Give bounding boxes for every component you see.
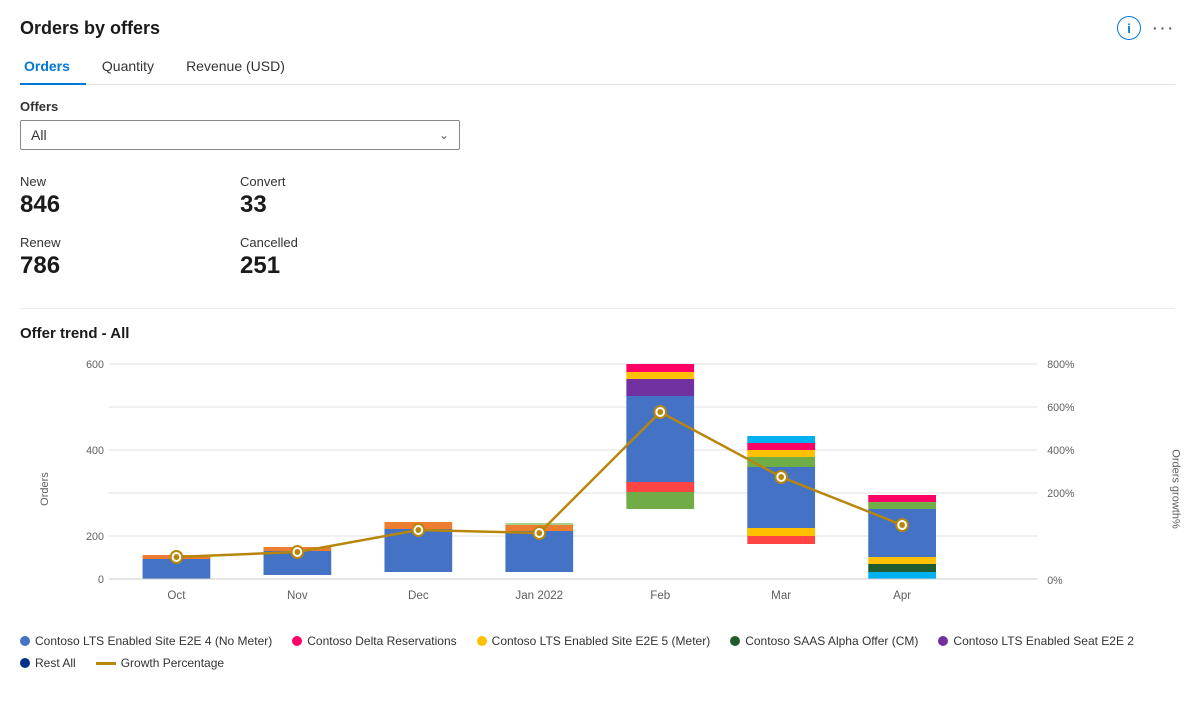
offers-label: Offers — [20, 99, 1175, 114]
metrics-grid: New 846 Convert 33 Renew 786 Cancelled 2… — [20, 166, 460, 288]
legend-item-6: Growth Percentage — [96, 656, 224, 670]
svg-text:Dec: Dec — [408, 588, 429, 602]
legend-label-1: Contoso Delta Reservations — [307, 634, 456, 648]
legend-line-6 — [96, 662, 116, 665]
more-options-icon[interactable]: ··· — [1151, 16, 1175, 40]
svg-text:Nov: Nov — [287, 588, 308, 602]
metric-renew-value: 786 — [20, 252, 240, 280]
tab-bar: Orders Quantity Revenue (USD) — [20, 50, 1175, 85]
svg-text:400%: 400% — [1047, 445, 1075, 457]
metric-cancelled: Cancelled 251 — [240, 227, 460, 288]
svg-text:600: 600 — [86, 359, 104, 371]
metric-convert-value: 33 — [240, 191, 460, 219]
chart-container: Orders Orders growth% 600 400 200 0 800%… — [20, 354, 1175, 624]
metric-new-value: 846 — [20, 191, 240, 219]
legend-label-4: Contoso LTS Enabled Seat E2E 2 — [953, 634, 1134, 648]
page-title: Orders by offers — [20, 18, 160, 39]
metric-new-label: New — [20, 174, 240, 189]
metric-cancelled-value: 251 — [240, 252, 460, 280]
metric-renew-label: Renew — [20, 235, 240, 250]
tab-orders[interactable]: Orders — [20, 50, 86, 84]
svg-text:Mar: Mar — [771, 588, 791, 602]
legend-label-3: Contoso SAAS Alpha Offer (CM) — [745, 634, 918, 648]
metric-convert-label: Convert — [240, 174, 460, 189]
offers-dropdown[interactable]: All ⌄ — [20, 120, 460, 150]
tab-quantity[interactable]: Quantity — [98, 50, 170, 84]
chart-svg: 600 400 200 0 800% 600% 400% 200% 0% — [70, 354, 1115, 624]
svg-text:800%: 800% — [1047, 359, 1075, 371]
tab-revenue[interactable]: Revenue (USD) — [182, 50, 301, 84]
legend-label-0: Contoso LTS Enabled Site E2E 4 (No Meter… — [35, 634, 272, 648]
legend-item-0: Contoso LTS Enabled Site E2E 4 (No Meter… — [20, 634, 272, 648]
legend-label-5: Rest All — [35, 656, 76, 670]
metric-cancelled-label: Cancelled — [240, 235, 460, 250]
info-icon[interactable]: i — [1117, 16, 1141, 40]
legend-label-2: Contoso LTS Enabled Site E2E 5 (Meter) — [492, 634, 711, 648]
svg-text:200: 200 — [86, 531, 104, 543]
y-axis-left-label: Orders — [39, 472, 51, 506]
dropdown-value: All — [31, 127, 47, 143]
legend-dot-5 — [20, 658, 30, 668]
svg-text:400: 400 — [86, 445, 104, 457]
legend-item-4: Contoso LTS Enabled Seat E2E 2 — [938, 634, 1134, 648]
header-actions: i ··· — [1117, 16, 1175, 40]
svg-text:600%: 600% — [1047, 402, 1075, 414]
metric-renew: Renew 786 — [20, 227, 240, 288]
chevron-down-icon: ⌄ — [439, 128, 449, 142]
legend-dot-3 — [730, 636, 740, 646]
svg-text:Oct: Oct — [167, 588, 186, 602]
y-axis-right-label: Orders growth% — [1169, 449, 1181, 528]
legend-item-5: Rest All — [20, 656, 76, 670]
svg-text:0%: 0% — [1047, 575, 1063, 587]
legend-item-3: Contoso SAAS Alpha Offer (CM) — [730, 634, 918, 648]
svg-text:Jan 2022: Jan 2022 — [515, 588, 563, 602]
svg-text:Apr: Apr — [893, 588, 911, 602]
legend-label-6: Growth Percentage — [121, 656, 224, 670]
svg-text:Feb: Feb — [650, 588, 670, 602]
chart-legend: Contoso LTS Enabled Site E2E 4 (No Meter… — [20, 634, 1175, 670]
section-divider — [20, 308, 1175, 309]
legend-dot-1 — [292, 636, 302, 646]
legend-dot-0 — [20, 636, 30, 646]
legend-item-2: Contoso LTS Enabled Site E2E 5 (Meter) — [477, 634, 711, 648]
svg-text:0: 0 — [98, 574, 104, 586]
svg-text:200%: 200% — [1047, 488, 1075, 500]
metric-new: New 846 — [20, 166, 240, 227]
legend-dot-4 — [938, 636, 948, 646]
chart-title: Offer trend - All — [20, 325, 1175, 342]
metric-convert: Convert 33 — [240, 166, 460, 227]
legend-dot-2 — [477, 636, 487, 646]
legend-item-1: Contoso Delta Reservations — [292, 634, 456, 648]
